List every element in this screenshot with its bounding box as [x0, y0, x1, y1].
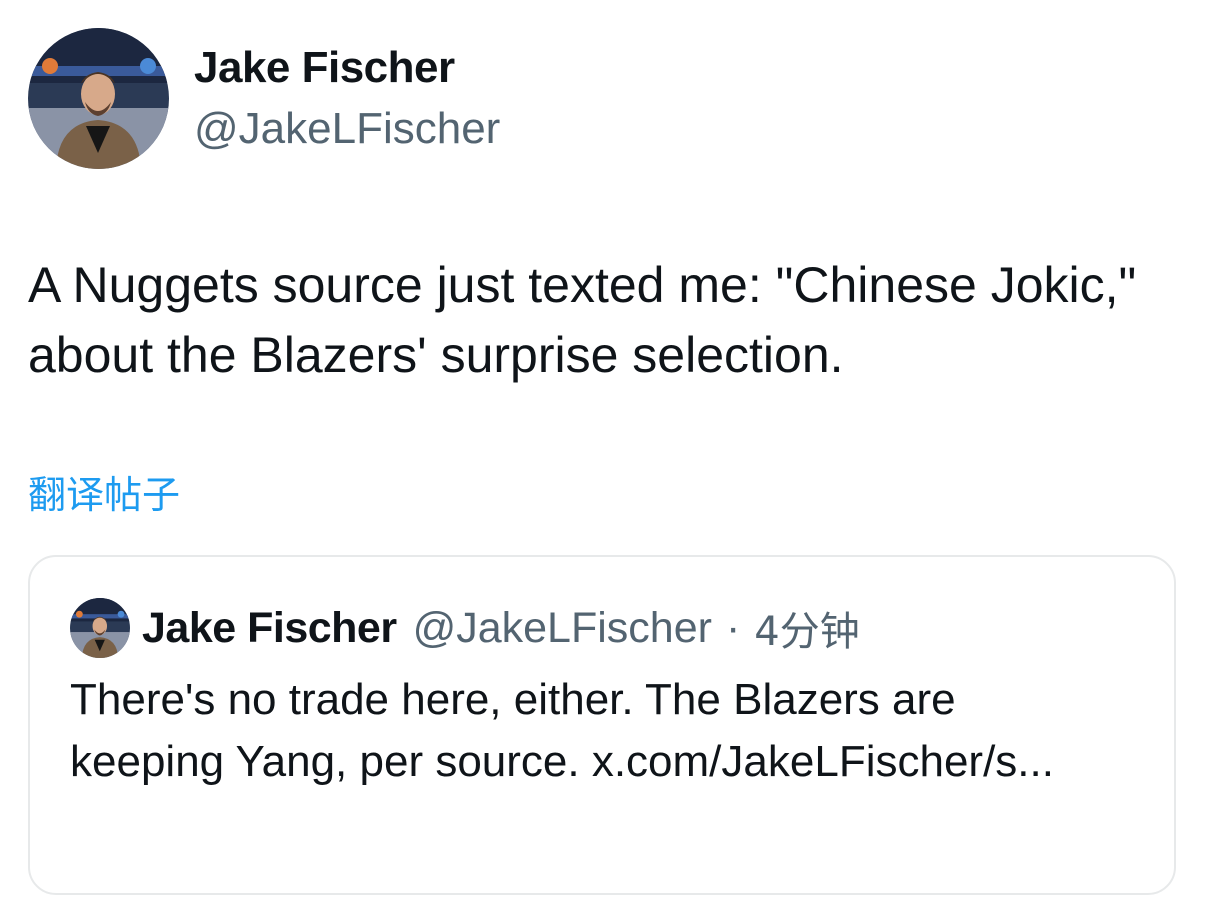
quoted-tweet-header: Jake Fischer @JakeLFischer · 4分钟 — [70, 597, 1134, 659]
tweet-text: A Nuggets source just texted me: "Chines… — [28, 257, 1137, 383]
quoted-author-display-name[interactable]: Jake Fischer — [142, 604, 397, 653]
quoted-tweet-card[interactable]: Jake Fischer @JakeLFischer · 4分钟 There's… — [28, 555, 1176, 895]
avatar-photo — [70, 598, 130, 658]
author-handle[interactable]: @JakeLFischer — [194, 103, 500, 155]
author-avatar[interactable] — [28, 28, 169, 169]
quoted-tweet-text: There's no trade here, either. The Blaze… — [70, 675, 1054, 786]
translate-post-link[interactable]: 翻译帖子 — [28, 470, 180, 520]
quoted-tweet-timestamp[interactable]: 4分钟 — [754, 599, 859, 657]
author-display-name[interactable]: Jake Fischer — [194, 42, 455, 94]
avatar-photo — [28, 28, 169, 169]
quoted-author-avatar[interactable] — [70, 598, 130, 658]
header-separator: · — [725, 603, 741, 652]
quoted-author-handle[interactable]: @JakeLFischer — [413, 604, 712, 653]
